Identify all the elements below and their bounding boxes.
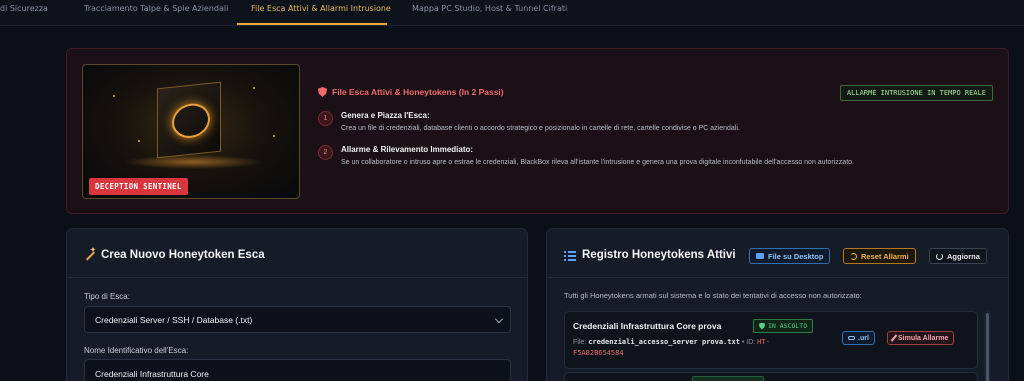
hero-banner: DECEPTION SENTINEL File Esca Attivi & Ho… [66,48,1009,214]
panel-title-text: Crea Nuovo Honeytoken Esca [101,249,265,261]
pen-icon [890,334,898,342]
panel-title: Crea Nuovo Honeytoken Esca [84,246,265,262]
registry-description: Tutti gli Honeytokens armati sul sistema… [564,291,862,300]
hero-title-text: File Esca Attivi & Honeytokens (In 2 Pas… [332,87,504,97]
sync-icon [936,252,943,260]
bait-type-select[interactable]: Credenziali Server / SSH / Database (.tx… [84,306,511,333]
bait-name-label: Nome Identificativo dell'Esca: [84,346,189,355]
honeytoken-card [564,372,978,381]
token-file-info: File: credenziali_accesso_server prova.t… [573,337,813,359]
scrollbar-thumb[interactable] [986,313,989,381]
panel-title: Registro Honeytokens Attivi [564,249,736,261]
checklist-icon [564,250,576,261]
divider [547,277,1008,278]
step-description: Crea un file di credenziali, database cl… [341,125,740,132]
shield-icon [318,87,327,97]
files-on-desktop-button[interactable]: File su Desktop [749,248,831,264]
honeytoken-card: Credenziali Infrastruttura Core prova IN… [564,311,978,369]
bait-type-label: Tipo di Esca: [84,292,130,301]
glow-effect [123,155,263,169]
spark [138,140,140,142]
reset-alarms-button[interactable]: Reset Allarmi [843,248,916,264]
url-button[interactable]: .url [842,331,875,345]
tab-network-map[interactable]: Mappa PC Studio, Host & Tunnel Cifrati [412,4,567,13]
refresh-label: Aggiorna [947,251,980,261]
bait-name-value: Credenziali Infrastruttura Core [95,369,209,379]
spark [113,95,115,97]
panel-title-text: Registro Honeytokens Attivi [582,249,736,261]
realtime-alarm-tag: ALLARME INTRUSIONE IN TEMPO REALE [839,85,993,101]
active-tab-indicator [237,23,387,25]
id-label: • ID: [741,339,756,346]
files-on-desktop-label: File su Desktop [768,251,824,261]
deception-sentinel-badge: DECEPTION SENTINEL [89,178,188,195]
folder-icon [756,253,764,259]
url-label: .url [858,334,869,342]
step-number: 2 [318,145,333,160]
shield-icon [759,322,765,330]
undo-icon [850,252,857,260]
vault-cube-illustration [157,81,221,159]
honeytoken-registry-panel: Registro Honeytokens Attivi File su Desk… [546,228,1009,381]
refresh-button[interactable]: Aggiorna [929,248,987,264]
status-badge: IN ASCOLTO [753,319,814,333]
deception-sentinel-image: DECEPTION SENTINEL [82,64,300,199]
bait-type-value: Credenziali Server / SSH / Database (.tx… [95,315,253,325]
spark [253,87,255,89]
tab-mole-tracking[interactable]: Tracciamento Talpe & Spie Aziendali [84,4,228,13]
chevron-down-icon [495,315,503,323]
step-description: Se un collaboratore o intruso apre o est… [341,159,854,166]
file-name: credenziali_accesso_server prova.txt [588,338,740,346]
magic-wand-icon [84,246,96,261]
simulate-alarm-button[interactable]: Simula Allarme [887,331,955,345]
create-honeytoken-panel: Crea Nuovo Honeytoken Esca Tipo di Esca:… [66,228,528,381]
file-label: File: [573,339,587,346]
step-number: 1 [318,111,333,126]
divider [67,277,527,278]
top-tab-bar: di Sicurezza Tracciamento Talpe & Spie A… [0,0,1024,26]
tab-security[interactable]: di Sicurezza [0,4,48,13]
bait-name-input[interactable]: Credenziali Infrastruttura Core [84,359,511,381]
hero-title: File Esca Attivi & Honeytokens (In 2 Pas… [318,87,504,97]
link-icon [848,336,855,340]
tab-honeytokens[interactable]: File Esca Attivi & Allarmi Intrusione [251,4,391,13]
simulate-alarm-label: Simula Allarme [898,334,949,342]
step-title: Genera e Piazza l'Esca: [341,111,430,120]
reset-alarms-label: Reset Allarmi [861,251,909,261]
step-title: Allarme & Rilevamento Immediato: [341,145,474,154]
spark [273,135,275,137]
token-name: Credenziali Infrastruttura Core prova [573,321,722,331]
status-badge [692,376,764,381]
status-text: IN ASCOLTO [768,322,808,330]
